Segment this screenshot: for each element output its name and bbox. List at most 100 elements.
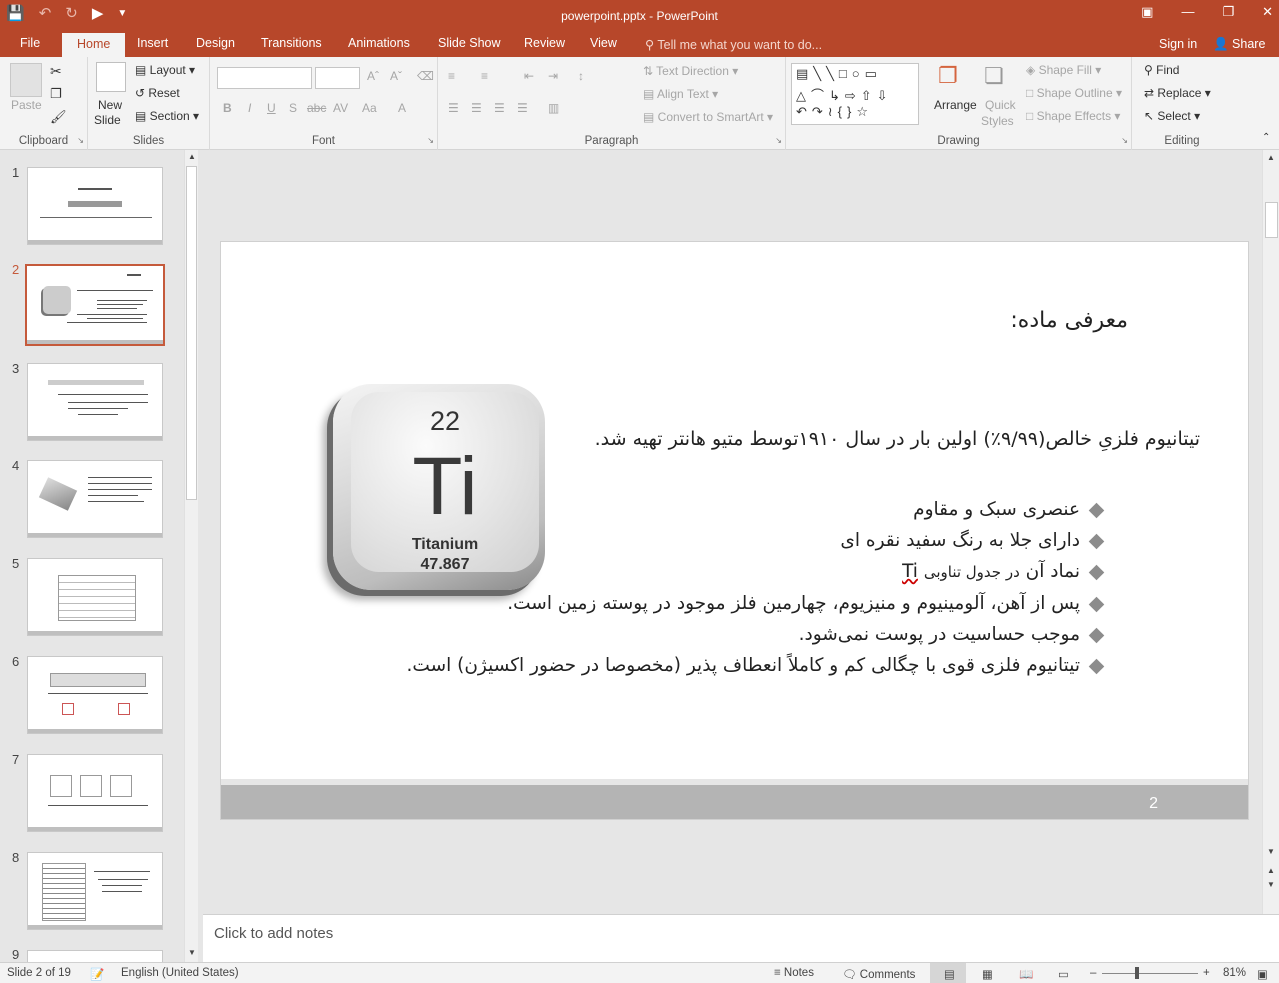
arrange-icon[interactable]: ❐ [938, 63, 958, 89]
drawing-launcher-icon[interactable]: ↘ [1121, 136, 1128, 145]
tab-insert[interactable]: Insert [137, 36, 168, 50]
format-painter-icon[interactable]: 🖌 [50, 109, 67, 125]
tab-transitions[interactable]: Transitions [261, 36, 322, 50]
strikethrough-icon[interactable]: abc [307, 101, 326, 115]
notes-pane[interactable]: Click to add notes [203, 914, 1279, 962]
cut-icon[interactable]: ✂ [50, 63, 62, 80]
decrease-indent-icon[interactable]: ⇤ [524, 69, 534, 83]
new-slide-label-2[interactable]: Slide [94, 113, 121, 127]
comments-button[interactable]: 🗨 Comments [842, 967, 915, 981]
thumbnail-scroll-thumb[interactable] [186, 166, 197, 500]
zoom-out-icon[interactable]: – [1090, 967, 1096, 979]
slide-sorter-icon[interactable]: ▦ [982, 967, 993, 981]
tab-view[interactable]: View [590, 36, 617, 50]
slide-title[interactable]: معرفی ماده: [1010, 308, 1128, 333]
clear-format-icon[interactable]: ⌫ [417, 69, 434, 83]
zoom-level[interactable]: 81% [1223, 967, 1246, 979]
slide-thumbnail-9[interactable] [27, 950, 163, 962]
reading-view-icon[interactable]: 📖 [1019, 967, 1033, 981]
section-button[interactable]: ▤ Section ▾ [135, 109, 199, 123]
tab-design[interactable]: Design [196, 36, 235, 50]
slide-thumbnail-2[interactable] [25, 264, 165, 346]
bullets-icon[interactable]: ≡ [448, 69, 455, 83]
quick-styles-label-2[interactable]: Styles [981, 114, 1014, 128]
find-button[interactable]: ⚲ Find [1144, 63, 1179, 77]
underline-icon[interactable]: U [267, 101, 276, 115]
language-indicator[interactable]: English (United States) [121, 967, 239, 979]
paragraph-launcher-icon[interactable]: ↘ [775, 136, 782, 145]
thumbnail-scrollbar[interactable]: ▲ ▼ [184, 150, 198, 962]
slide-show-icon[interactable]: ▭ [1058, 967, 1069, 981]
zoom-in-icon[interactable]: + [1203, 967, 1210, 979]
numbering-icon[interactable]: ≡ [481, 69, 488, 83]
align-text-button[interactable]: ▤ Align Text ▾ [643, 87, 718, 101]
font-name-field[interactable] [217, 67, 312, 89]
paste-label[interactable]: Paste [11, 98, 42, 112]
zoom-slider-handle[interactable] [1135, 967, 1139, 979]
slide-thumbnail-3[interactable] [27, 363, 163, 441]
scroll-down-icon[interactable]: ▼ [1267, 847, 1275, 856]
select-button[interactable]: ↖ Select ▾ [1144, 109, 1200, 123]
grow-font-icon[interactable]: Aˆ [367, 69, 379, 83]
spelling-icon[interactable]: 📝 [90, 967, 104, 981]
font-size-field[interactable] [315, 67, 360, 89]
share-button[interactable]: 👤 Share [1213, 37, 1265, 52]
smartart-button[interactable]: ▤ Convert to SmartArt ▾ [643, 110, 773, 124]
shrink-font-icon[interactable]: Aˇ [390, 69, 402, 83]
minimize-icon[interactable]: — [1181, 4, 1194, 20]
new-slide-label[interactable]: New [98, 98, 122, 112]
columns-icon[interactable]: ▥ [548, 101, 559, 115]
slide-thumbnail-1[interactable] [27, 167, 163, 245]
zoom-slider[interactable] [1102, 973, 1198, 974]
layout-button[interactable]: ▤ Layout ▾ [135, 63, 195, 77]
next-slide-icon[interactable]: ▼ [1267, 880, 1275, 889]
slide-thumbnail-8[interactable] [27, 852, 163, 930]
previous-slide-icon[interactable]: ▲ [1267, 866, 1275, 875]
slide-thumbnail-6[interactable] [27, 656, 163, 734]
tab-review[interactable]: Review [524, 36, 565, 50]
clipboard-launcher-icon[interactable]: ↘ [77, 136, 84, 145]
replace-button[interactable]: ⇄ Replace ▾ [1144, 86, 1211, 100]
slide-thumbnail-7[interactable] [27, 754, 163, 832]
arrange-label[interactable]: Arrange [934, 98, 977, 112]
line-spacing-icon[interactable]: ↕ [578, 69, 584, 83]
change-case-icon[interactable]: Aa [362, 101, 377, 115]
fit-to-window-icon[interactable]: ▣ [1257, 967, 1268, 981]
char-spacing-icon[interactable]: AV [333, 101, 348, 115]
tell-me-search[interactable]: ⚲ Tell me what you want to do... [645, 37, 822, 52]
tab-file[interactable]: File [20, 36, 40, 50]
restore-icon[interactable]: ❐ [1222, 4, 1234, 20]
shadow-icon[interactable]: S [289, 101, 297, 115]
shape-outline-button[interactable]: □ Shape Outline ▾ [1026, 86, 1122, 100]
shape-effects-button[interactable]: □ Shape Effects ▾ [1026, 109, 1120, 123]
font-launcher-icon[interactable]: ↘ [427, 136, 434, 145]
notes-button[interactable]: ≡ Notes [774, 967, 814, 979]
quick-styles-label[interactable]: Quick [985, 98, 1016, 112]
shapes-gallery[interactable]: ▤╲╲□○▭ △⌒↳⇨⇧⇩ ↶↷≀{}☆ [791, 63, 919, 125]
paste-icon[interactable] [10, 63, 42, 97]
text-direction-button[interactable]: ⇅ Text Direction ▾ [643, 64, 738, 78]
justify-icon[interactable]: ☰ [517, 101, 528, 115]
canvas-scrollbar[interactable]: ▲ ▼ ▲ ▼ [1262, 150, 1279, 914]
bold-icon[interactable]: B [223, 101, 232, 115]
italic-icon[interactable]: I [248, 101, 251, 115]
quick-styles-icon[interactable]: ❏ [984, 63, 1004, 89]
slide-thumbnail-5[interactable] [27, 558, 163, 636]
collapse-ribbon-icon[interactable]: ⌃ [1262, 132, 1270, 143]
scroll-down-icon[interactable]: ▼ [188, 948, 196, 957]
tab-home[interactable]: Home [62, 33, 126, 57]
slide-thumbnail-4[interactable] [27, 460, 163, 538]
notes-placeholder[interactable]: Click to add notes [214, 925, 333, 942]
canvas-scroll-thumb[interactable] [1265, 202, 1278, 238]
increase-indent-icon[interactable]: ⇥ [548, 69, 558, 83]
intro-text[interactable]: تیتانیوم فلزیِ خالص(۹/۹۹٪) اولین بار در … [595, 428, 1200, 450]
reset-button[interactable]: ↺ Reset [135, 86, 180, 100]
align-center-icon[interactable]: ☰ [471, 101, 482, 115]
new-slide-icon[interactable] [96, 62, 126, 92]
shape-fill-button[interactable]: ◈ Shape Fill ▾ [1026, 63, 1101, 77]
close-icon[interactable]: ✕ [1262, 4, 1273, 20]
sign-in-link[interactable]: Sign in [1159, 37, 1197, 51]
tab-slide-show[interactable]: Slide Show [438, 36, 501, 50]
tab-animations[interactable]: Animations [348, 36, 410, 50]
align-left-icon[interactable]: ☰ [448, 101, 459, 115]
